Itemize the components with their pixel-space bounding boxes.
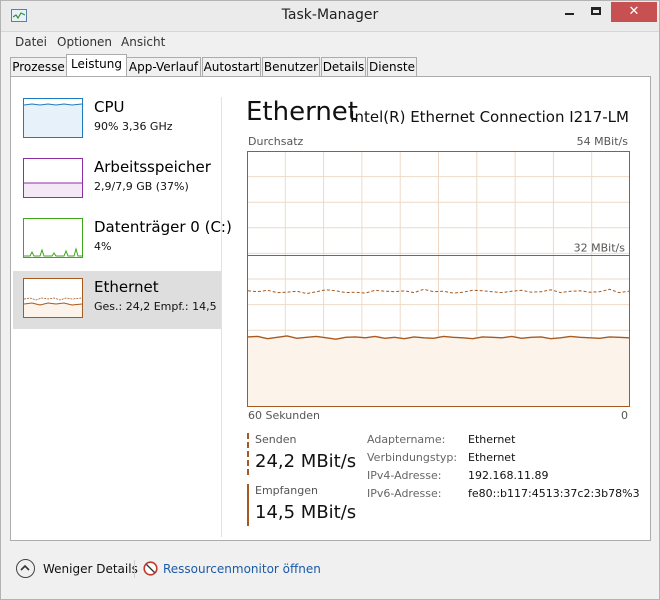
cpu-thumbnail-graph (23, 103, 83, 137)
ethernet-thumbnail (23, 278, 83, 318)
prop-ipv4-value: 192.168.11.89 (468, 469, 549, 482)
receive-value: 14,5 MBit/s (255, 502, 357, 523)
menu-bar: Datei Optionen Ansicht (1, 32, 659, 52)
tab-app-verlauf[interactable]: App-Verlauf (126, 57, 201, 76)
sidebar-item-detail: 2,9/7,9 GB (37%) (94, 180, 189, 193)
tab-prozesse[interactable]: Prozesse (10, 57, 67, 76)
prop-ipv4-key: IPv4-Adresse: (367, 469, 442, 482)
memory-thumbnail (23, 158, 83, 198)
sidebar-item-detail: 4% (94, 240, 112, 253)
throughput-label: Durchsatz (248, 135, 304, 148)
sidebar-item-memory[interactable]: Arbeitsspeicher 2,9/7,9 GB (37%) (13, 151, 221, 209)
cpu-thumbnail (23, 98, 83, 138)
send-legend-swatch (247, 433, 251, 475)
sidebar-item-label: Ethernet (94, 278, 159, 296)
receive-legend-swatch (247, 484, 249, 526)
performance-panel: CPU 90% 3,36 GHz Arbeitsspeicher 2,9/7,9… (10, 77, 651, 541)
menu-datei[interactable]: Datei (15, 35, 47, 49)
chart-max-label: 54 MBit/s (576, 135, 628, 148)
chevron-up-icon (20, 564, 30, 571)
prop-adapter-name-key: Adaptername: (367, 433, 446, 446)
maximize-icon (591, 7, 601, 15)
fewer-details-label[interactable]: Weniger Details (43, 562, 138, 576)
send-value: 24,2 MBit/s (255, 451, 357, 472)
receive-area (248, 335, 629, 406)
time-right-label: 0 (621, 409, 628, 422)
throughput-chart: 32 MBit/s (247, 151, 630, 407)
prop-ipv6-key: IPv6-Adresse: (367, 487, 442, 500)
disk-thumbnail-graph (24, 247, 82, 257)
sidebar-divider (221, 97, 222, 537)
prop-connection-type-key: Verbindungstyp: (367, 451, 458, 464)
ethernet-thumbnail-graph (23, 297, 83, 317)
sidebar-item-detail: 90% 3,36 GHz (94, 120, 173, 133)
title-bar[interactable]: Task-Manager ✕ (1, 1, 659, 32)
resource-monitor-link[interactable]: Ressourcenmonitor öffnen (163, 562, 321, 576)
sidebar-item-label: Arbeitsspeicher (94, 158, 211, 176)
receive-label: Empfangen (255, 484, 318, 497)
page-title: Ethernet (246, 97, 358, 127)
send-label: Senden (255, 433, 297, 446)
adapter-name: Intel(R) Ethernet Connection I217-LM (350, 108, 629, 126)
sidebar-item-label: Datenträger 0 (C:) (94, 218, 232, 236)
sidebar-item-detail: Ges.: 24,2 Empf.: 14,5 M (94, 300, 222, 313)
chart-mid-label: 32 MBit/s (574, 241, 626, 254)
fewer-details-button[interactable] (16, 559, 35, 578)
sidebar-item-ethernet[interactable]: Ethernet Ges.: 24,2 Empf.: 14,5 M (13, 271, 222, 329)
tab-details[interactable]: Details (321, 57, 366, 76)
sidebar-item-disk[interactable]: Datenträger 0 (C:) 4% (13, 211, 232, 269)
sidebar-item-label: CPU (94, 98, 125, 116)
receive-legend: Empfangen 14,5 MBit/s (247, 484, 367, 526)
footer: Weniger Details Ressourcenmonitor öffnen (1, 546, 659, 596)
minimize-button[interactable] (557, 2, 583, 22)
resource-monitor-icon[interactable] (143, 561, 158, 576)
prop-adapter-name-value: Ethernet (468, 433, 516, 446)
send-legend: Senden 24,2 MBit/s (247, 433, 367, 475)
sidebar-item-cpu[interactable]: CPU 90% 3,36 GHz (13, 91, 221, 149)
tab-dienste[interactable]: Dienste (367, 57, 417, 76)
time-left-label: 60 Sekunden (248, 409, 320, 422)
menu-ansicht[interactable]: Ansicht (121, 35, 165, 49)
tab-leistung[interactable]: Leistung (66, 54, 127, 76)
minimize-icon (565, 13, 574, 15)
disk-thumbnail (23, 218, 83, 258)
footer-separator (134, 560, 135, 578)
close-icon: ✕ (628, 4, 640, 19)
prop-ipv6-value: fe80::b117:4513:37c2:3b78%3 (468, 487, 640, 500)
tab-autostart[interactable]: Autostart (202, 57, 261, 76)
tab-benutzer[interactable]: Benutzer (262, 57, 320, 76)
close-button[interactable]: ✕ (611, 2, 657, 22)
task-manager-window: Task-Manager ✕ Datei Optionen Ansicht Pr… (0, 0, 660, 600)
maximize-button[interactable] (583, 2, 609, 22)
memory-thumbnail-graph (24, 182, 82, 197)
menu-optionen[interactable]: Optionen (57, 35, 112, 49)
prop-connection-type-value: Ethernet (468, 451, 516, 464)
